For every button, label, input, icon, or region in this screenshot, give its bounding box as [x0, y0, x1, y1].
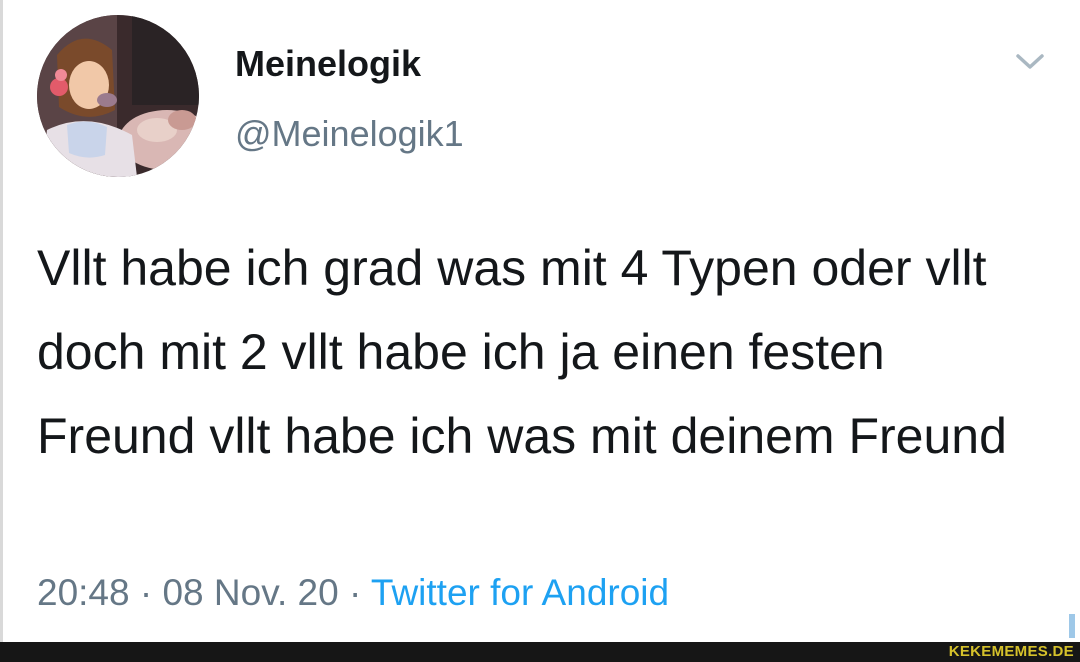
- chevron-down-icon[interactable]: [1012, 48, 1048, 74]
- meta-separator: ·: [129, 572, 163, 613]
- author-handle[interactable]: @Meinelogik1: [235, 112, 464, 156]
- scroll-indicator: [1069, 614, 1075, 638]
- footer-bar: KEKEMEMES.DE: [0, 642, 1080, 662]
- tweet-date: 08 Nov. 20: [162, 572, 339, 613]
- meta-separator: ·: [338, 572, 371, 613]
- tweet-text: Vllt habe ich grad was mit 4 Typen oder …: [37, 240, 1007, 464]
- tweet-source-link[interactable]: Twitter for Android: [371, 572, 669, 613]
- left-border: [0, 0, 3, 642]
- avatar[interactable]: [37, 15, 199, 177]
- watermark-text: KEKEMEMES.DE: [948, 643, 1074, 660]
- author-name[interactable]: Meinelogik: [235, 42, 421, 86]
- avatar-image: [37, 15, 199, 177]
- tweet-card: Meinelogik @Meinelogik1 Vllt habe ich gr…: [0, 0, 1080, 642]
- tweet-time: 20:48: [37, 572, 130, 613]
- tweet-meta: 20:48 · 08 Nov. 20 · Twitter for Android: [37, 568, 669, 618]
